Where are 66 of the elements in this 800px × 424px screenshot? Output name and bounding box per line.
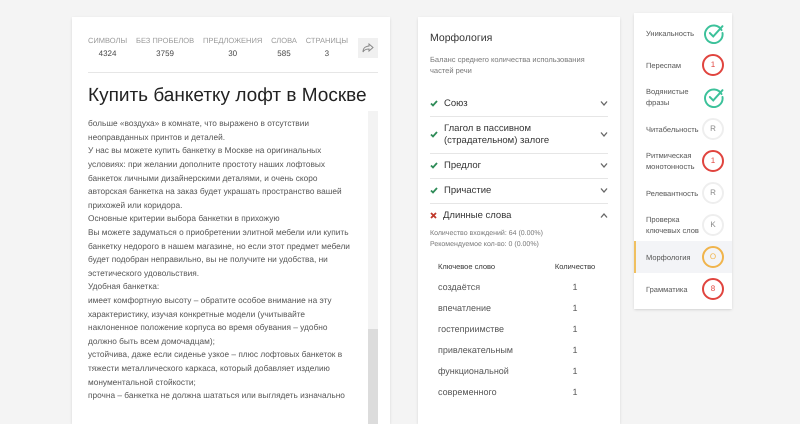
text-line: больше «воздуха» в комнате, что выражено в отсутствии: [88, 117, 310, 130]
text-line: неоправданных принтов и деталей.: [88, 130, 226, 144]
chevron-icon: [600, 132, 608, 138]
text-line: авторская банкетка на заказ будет украшать пространство вашей: [88, 185, 343, 198]
table-cell-text: впечатление: [438, 302, 492, 315]
chevron-icon: [600, 163, 608, 168]
stat-value: 4324: [98, 48, 116, 60]
text-line: должно быть всем домочадцам);: [88, 334, 216, 348]
table-cell-text: 1: [571, 364, 578, 378]
chevron-icon: [600, 188, 608, 194]
text-line: тяжести металлического каркаса, который добавляет изделию: [88, 362, 331, 375]
accordion-item[interactable]: Длинные слова: [430, 204, 608, 228]
item-label: Союз: [444, 98, 469, 110]
score-badge: R: [702, 118, 724, 140]
table-cell-text: 1: [571, 344, 578, 357]
score-badge: K: [702, 214, 724, 236]
document-title: Купить банкетку лофт в Москве: [88, 84, 368, 108]
accordion-item[interactable]: Союз: [430, 92, 608, 117]
item-label: Глагол в пассивном (страдательном) залоге: [444, 122, 550, 147]
score-badge: R: [702, 182, 724, 204]
text-line: Вы можете задуматься о приобретении элитной мебели или купить: [88, 226, 350, 239]
score-badge: 1: [702, 54, 724, 76]
text-line: условиях: при желании дополните простоту наших лофтовых: [88, 158, 326, 172]
text-line: наклоненное положение корпуса во время обувания – удобно: [88, 321, 328, 334]
text-line: прихожей или коридора.: [88, 198, 184, 212]
stat-value: 3759: [156, 48, 174, 60]
share-arrow-icon: [362, 42, 374, 53]
chevron-icon: [600, 101, 608, 106]
accordion-item[interactable]: Причастие: [430, 178, 608, 204]
table-cell-text: гостеприимстве: [438, 322, 506, 336]
table-cell-text: 1: [571, 386, 578, 399]
text-line: банкеток личными дизайнерскими деталями, и очень скоро: [88, 172, 318, 185]
item-label: Причастие: [444, 184, 492, 197]
share-button[interactable]: [358, 38, 378, 58]
score-badge: 1: [702, 150, 724, 172]
text-line: будет подобран неправильно, вы не получите ни удобства, ни: [88, 253, 329, 266]
stat-value: 3: [324, 48, 330, 60]
table-cell-text: создаётся: [438, 280, 482, 294]
stat-value: 585: [277, 48, 291, 60]
text-line: Удобная банкетка:: [88, 280, 160, 294]
text-line: прочна – банкетка не должна шататься или выглядеть изначально: [88, 389, 346, 402]
table-cell-text: 1: [571, 322, 578, 336]
table-cell-text: функциональной: [438, 364, 510, 378]
text-line: устойчива, даже если сиденье узкое – плюс лофтовых банкеток в: [88, 348, 344, 362]
panel-title: Морфология: [430, 31, 494, 46]
text-line: Основные критерии выбора банкетки в прихожую: [88, 212, 281, 226]
scrollbar[interactable]: [368, 111, 378, 424]
chevron-icon: [600, 213, 608, 218]
item-label: Предлог: [444, 160, 482, 172]
table-cell-text: 1: [571, 280, 578, 294]
text-line: банкетку недорого в нашем магазине, но если этот предмет мебели: [88, 240, 351, 253]
scrollbar-thumb[interactable]: [368, 329, 378, 424]
text-line: У нас вы можете купить банкетку в Москве на оригинальных: [88, 144, 322, 158]
table-cell-text: привлекательным: [438, 344, 514, 357]
text-line: эстетического удовольствия.: [88, 266, 200, 280]
text-line: монументальной стойкости;: [88, 376, 197, 389]
text-line: характеристику, изучая конкретные модели (учитывайте: [88, 308, 306, 321]
table-cell-text: 1: [571, 302, 578, 315]
accordion-item[interactable]: Предлог: [430, 154, 608, 179]
stat-value: 30: [228, 48, 238, 60]
score-badge: 8: [702, 278, 724, 300]
score-badge: O: [702, 246, 724, 268]
item-label: Длинные слова: [443, 210, 512, 222]
table-cell-text: современного: [438, 386, 498, 399]
accordion-item[interactable]: Глагол в пассивном (страдательном) залоге: [430, 116, 608, 154]
text-line: имеет комфортную высоту – обратите особое внимание на эту: [88, 294, 333, 307]
